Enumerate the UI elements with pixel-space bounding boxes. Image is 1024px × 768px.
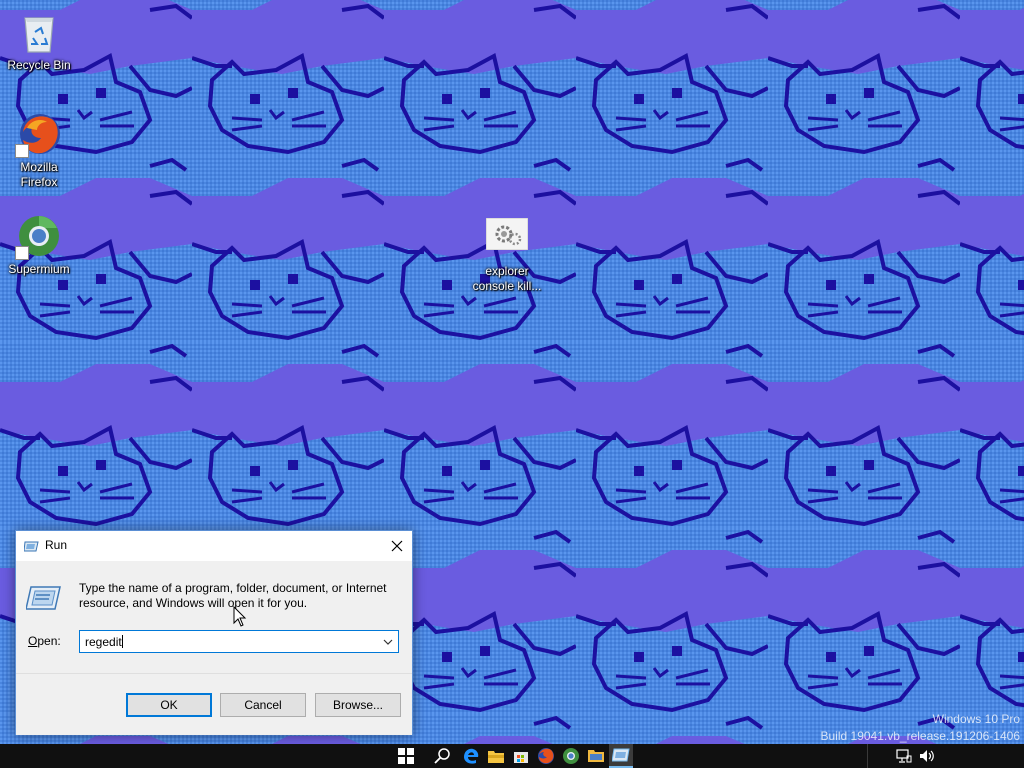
taskbar-run[interactable]: [609, 744, 633, 768]
search-icon: [434, 748, 450, 764]
chevron-down-icon: [383, 639, 393, 645]
recycle-bin-icon: [15, 8, 63, 56]
text-caret: [122, 635, 123, 648]
close-icon: [391, 540, 403, 552]
firefox-icon: [15, 110, 63, 158]
supermium-icon: [15, 212, 63, 260]
open-input[interactable]: [80, 631, 376, 652]
network-icon: [896, 749, 912, 763]
shortcut-arrow-icon: [15, 246, 29, 260]
tray-network[interactable]: [894, 744, 914, 768]
run-button-bar: OK Cancel Browse...: [16, 673, 412, 735]
desktop-icon-supermium[interactable]: Supermium: [1, 212, 77, 277]
taskbar-folder[interactable]: [584, 744, 608, 768]
start-button[interactable]: [394, 744, 418, 768]
run-program-icon: [25, 583, 62, 613]
watermark-edition: Windows 10 Pro: [932, 712, 1020, 726]
run-icon: [612, 748, 630, 762]
gears-icon: [485, 217, 529, 251]
taskbar-store[interactable]: [509, 744, 533, 768]
tray-volume[interactable]: [918, 744, 938, 768]
desktop-icon-label: Supermium: [8, 262, 70, 276]
search-button[interactable]: [430, 744, 454, 768]
file-explorer-icon: [488, 751, 504, 763]
taskbar-firefox[interactable]: [534, 744, 558, 768]
run-dialog: Run Type the name of a program, folder, …: [15, 530, 413, 735]
taskbar: [0, 744, 1024, 768]
ok-button[interactable]: OK: [126, 693, 212, 717]
run-icon: [23, 538, 40, 554]
mouse-cursor-icon: [233, 605, 247, 628]
volume-icon: [920, 750, 934, 762]
open-label-accesskey: O: [28, 634, 38, 648]
browse-button[interactable]: Browse...: [315, 693, 401, 717]
desktop-icon-explorer-console-kill[interactable]: explorer console kill...: [469, 217, 545, 294]
open-label-text: pen:: [37, 634, 61, 648]
desktop-icon-recycle-bin[interactable]: Recycle Bin: [1, 8, 77, 73]
desktop-icon-label: Mozilla Firefox: [20, 160, 58, 189]
folder-icon: [588, 750, 604, 762]
taskbar-edge[interactable]: [459, 744, 483, 768]
close-button[interactable]: [382, 531, 412, 561]
desktop-icon-firefox[interactable]: Mozilla Firefox: [1, 110, 77, 190]
run-titlebar[interactable]: Run: [16, 531, 412, 561]
taskbar-supermium[interactable]: [559, 744, 583, 768]
windows-watermark: Windows 10 Pro Build 19041.vb_release.19…: [821, 711, 1021, 745]
store-icon: [514, 752, 528, 763]
supermium-icon: [563, 748, 579, 764]
shortcut-arrow-icon: [15, 144, 29, 158]
run-dialog-title: Run: [45, 538, 68, 552]
open-label: Open:: [28, 634, 61, 648]
firefox-icon: [538, 748, 554, 764]
taskbar-file-explorer[interactable]: [484, 744, 508, 768]
watermark-build: Build 19041.vb_release.191206-1406: [820, 729, 1021, 743]
desktop-icon-label: Recycle Bin: [7, 58, 71, 72]
dropdown-button[interactable]: [378, 631, 398, 652]
desktop-icon-label: explorer console kill...: [472, 264, 542, 293]
edge-icon: [464, 748, 479, 764]
windows-start-icon: [398, 748, 414, 764]
tray-separator: [867, 744, 868, 768]
open-combobox[interactable]: [79, 630, 399, 653]
cancel-button[interactable]: Cancel: [220, 693, 306, 717]
